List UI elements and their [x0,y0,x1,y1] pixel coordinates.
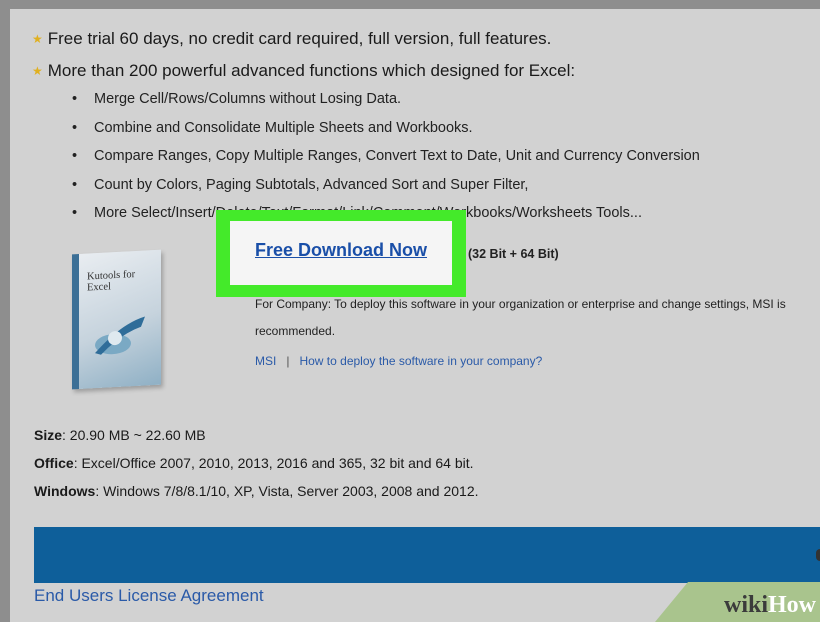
list-item: Count by Colors, Paging Subtotals, Advan… [72,177,700,206]
feature-line-trial: ★ Free trial 60 days, no credit card requ… [32,29,552,48]
blue-banner-bar [34,527,820,583]
spec-size: Size: 20.90 MB ~ 22.60 MB [34,427,206,443]
eula-link[interactable]: End Users License Agreement [34,586,264,606]
wikihow-watermark: wikiHow [655,582,820,622]
spec-office: Office: Excel/Office 2007, 2010, 2013, 2… [34,455,474,471]
spec-windows-label: Windows [34,483,96,499]
product-box-image: Kutools for Excel [72,249,161,390]
watermark-part2: How [768,592,816,618]
banner-edge-icon [816,549,820,561]
list-item: Combine and Consolidate Multiple Sheets … [72,120,700,149]
feature-line-functions: ★ More than 200 powerful advanced functio… [32,61,576,80]
link-separator: | [286,354,290,368]
webpage-content: ★ Free trial 60 days, no credit card requ… [10,9,820,622]
spec-windows: Windows: Windows 7/8/8.1/10, XP, Vista, … [34,483,479,499]
recommended-text: recommended. [255,324,336,338]
deploy-guide-link[interactable]: How to deploy the software in your compa… [299,354,542,368]
free-download-now-link[interactable]: Free Download Now [255,240,427,261]
star-icon: ★ [32,64,43,78]
bit-version-label: (32 Bit + 64 Bit) [468,247,559,261]
list-item: Merge Cell/Rows/Columns without Losing D… [72,91,700,120]
deploy-links: MSI | How to deploy the software in your c… [255,354,542,368]
star-icon: ★ [32,32,43,46]
list-item: Compare Ranges, Copy Multiple Ranges, Co… [72,148,700,177]
product-box-swoosh-graphic [95,316,145,355]
spec-office-label: Office [34,455,74,471]
product-box-title: Kutools for Excel [87,269,136,294]
watermark-part1: wiki [723,592,768,618]
msi-link[interactable]: MSI [255,354,276,368]
spec-size-label: Size [34,427,63,443]
company-deploy-note: For Company: To deploy this software in … [255,297,786,311]
